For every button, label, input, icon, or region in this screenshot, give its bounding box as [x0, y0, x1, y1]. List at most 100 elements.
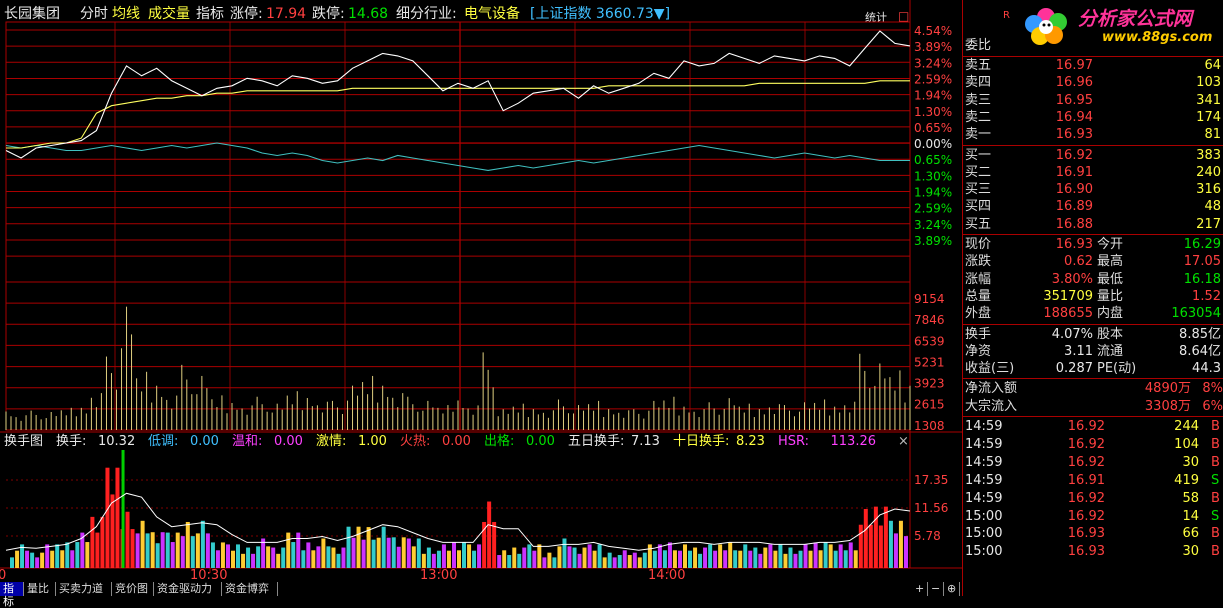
fit-button[interactable]: ⊕ — [944, 582, 960, 596]
price-axis-label: 0.65% — [914, 153, 952, 167]
zoom-out-button[interactable]: − — [928, 582, 944, 596]
buy-order-row: 买二 16.91 240 — [963, 164, 1223, 182]
turnover-bar — [813, 542, 818, 568]
turnover-bar — [65, 542, 70, 568]
turnover-bar — [467, 544, 472, 568]
flow-value: 4890万 — [1144, 381, 1191, 397]
turnover-bar — [266, 546, 271, 568]
tick-price: 16.91 — [1067, 472, 1105, 488]
turnover-bar — [95, 532, 100, 568]
turnover-bar — [261, 538, 266, 568]
panel-divider — [963, 234, 1223, 235]
turnover-bar — [376, 537, 381, 568]
turnover-bar — [381, 526, 386, 568]
sell-order-row: 卖二 16.94 174 — [963, 109, 1223, 127]
turnover-bar — [426, 547, 431, 568]
turnover-bar — [472, 550, 477, 568]
stat-value: 8.85亿 — [1179, 326, 1221, 342]
turnover-bar — [733, 550, 738, 568]
intraday-chart-area[interactable]: 长园集团 分时 均线 成交量 指标 涨停: 17.94 跌停: 14.68 细分… — [0, 0, 962, 608]
order-price: 16.94 — [1055, 109, 1093, 125]
turnover-bar — [783, 553, 788, 568]
volume-axis-label: 2615 — [914, 398, 945, 412]
bottom-tab[interactable]: 资金博弈 — [222, 582, 278, 596]
index-quote[interactable]: [上证指数 3660.73▼] — [530, 6, 670, 22]
turnover-bar — [858, 524, 863, 568]
turnover-bar — [411, 546, 416, 568]
turnover-bar — [416, 538, 421, 568]
turnover-bar — [301, 550, 306, 568]
weibi-label: 委比 — [965, 38, 992, 53]
turnover-bar — [577, 553, 582, 568]
bottom-tab[interactable]: 买卖力道 — [56, 582, 112, 596]
indicator-item-label: HSR: — [778, 434, 809, 449]
indicator-close-icon[interactable]: × — [898, 434, 909, 449]
turnover-bar — [612, 557, 617, 568]
tick-price: 16.92 — [1067, 454, 1105, 470]
buy-order-row: 买一 16.92 383 — [963, 147, 1223, 165]
turnover-bar — [843, 550, 848, 568]
turnover-bars — [5, 450, 911, 568]
turnover-bar — [75, 542, 80, 568]
turnover-bar — [632, 552, 637, 568]
intraday-chart-svg[interactable]: 长园集团 分时 均线 成交量 指标 涨停: 17.94 跌停: 14.68 细分… — [0, 0, 962, 596]
tick-row: 14:59 16.92 104 B — [963, 436, 1223, 454]
time-axis-label: 0 — [0, 568, 6, 583]
quote-stat-row: 涨幅 3.80% 最低 16.18 — [963, 271, 1223, 289]
turnover-bar — [537, 544, 542, 568]
turnover-bar — [105, 467, 110, 568]
turnover-bar — [256, 546, 261, 568]
turnover-bar — [904, 536, 908, 568]
turnover-bar — [878, 525, 883, 568]
turnover-bar — [110, 494, 115, 568]
turnover-bar — [803, 544, 808, 568]
tick-time: 15:00 — [965, 526, 1003, 542]
sell-order-row: 卖四 16.96 103 — [963, 74, 1223, 92]
indicator-item-label: 五日换手: — [568, 434, 624, 449]
quote-stat-row: 涨跌 0.62 最高 17.05 — [963, 253, 1223, 271]
price-axis-label: 1.30% — [914, 105, 952, 119]
turnover-bar — [748, 550, 753, 568]
indicator-item-label: 换手: — [56, 434, 86, 449]
mode-volume[interactable]: 成交量 — [148, 5, 190, 22]
indicator-item-value: 7.13 — [631, 434, 660, 449]
turnover-bar — [130, 529, 135, 568]
industry-value[interactable]: 电气设备 — [464, 5, 520, 22]
fundamental-row: 净资 3.11 流通 8.64亿 — [963, 343, 1223, 361]
panel-divider — [963, 144, 1223, 146]
order-price: 16.88 — [1055, 216, 1093, 232]
mode-indicator[interactable]: 指标 — [196, 6, 224, 22]
turnover-bar — [281, 547, 286, 568]
order-label: 买二 — [965, 164, 992, 180]
price-axis-label: 0.65% — [914, 121, 952, 135]
turnover-bar — [431, 553, 436, 568]
mode-fenshi[interactable]: 分时 — [80, 6, 108, 22]
bottom-tab[interactable]: 竞价图 — [112, 582, 154, 596]
volume-axis-label: 9154 — [914, 292, 945, 306]
turnover-bar — [672, 550, 677, 568]
turnover-bar — [286, 532, 291, 568]
bottom-tab[interactable]: 量比 — [24, 582, 56, 596]
turnover-bar — [597, 544, 602, 568]
turnover-bar — [808, 550, 813, 568]
turnover-bar — [708, 544, 713, 568]
zoom-in-button[interactable]: + — [912, 582, 928, 596]
order-price: 16.92 — [1055, 147, 1093, 163]
price-axis-label: 1.94% — [914, 89, 952, 103]
turnover-bar — [768, 544, 773, 568]
bottom-tab[interactable]: 指标 — [0, 582, 24, 608]
turnover-bar — [346, 526, 351, 568]
order-price: 16.96 — [1055, 75, 1093, 91]
mode-junxian[interactable]: 均线 — [112, 6, 140, 22]
turnover-bar — [311, 550, 316, 568]
stat-label: 内盘 — [1097, 306, 1124, 322]
turnover-bar — [723, 550, 728, 568]
tick-side: B — [1211, 526, 1220, 542]
bottom-tab[interactable]: 资金驱动力 — [154, 582, 222, 596]
buy-order-row: 买五 16.88 217 — [963, 216, 1223, 234]
sell-order-row: 卖三 16.95 341 — [963, 92, 1223, 110]
stat-label: 量比 — [1097, 288, 1124, 304]
turnover-bar — [838, 544, 843, 568]
stat-label: 总量 — [965, 288, 992, 304]
close-box-icon[interactable]: □ — [898, 9, 909, 23]
